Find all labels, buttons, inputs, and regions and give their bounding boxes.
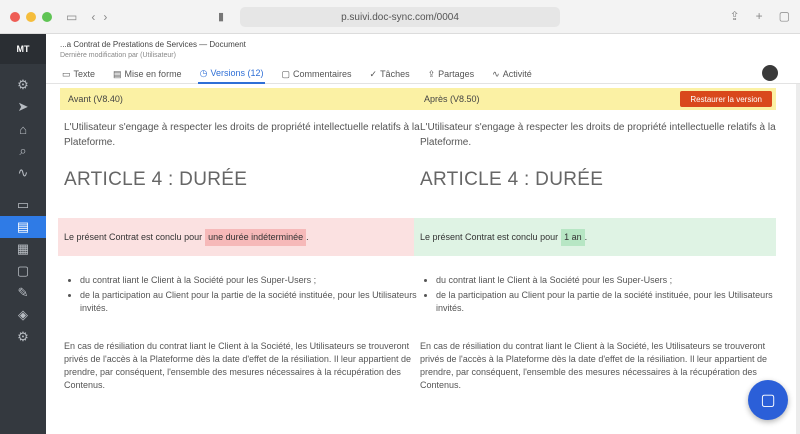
shield-icon[interactable]: ◈	[0, 304, 46, 326]
tab-label: Activité	[502, 69, 532, 79]
list-item: de la participation au Client pour la pa…	[436, 289, 776, 315]
document-tabs: ▭ Texte ▤ Mise en forme ◷ Versions (12) ▢ Comme…	[60, 64, 534, 84]
versions-icon: ◷	[199, 67, 208, 78]
article-title-before: ARTICLE 4 : DURÉE	[64, 169, 248, 190]
tab-label: Mise en forme	[124, 69, 182, 79]
back-icon[interactable]: ‹	[91, 10, 95, 24]
new-tab-icon[interactable]: +	[756, 9, 763, 23]
tab-mise[interactable]: ▤ Mise en forme	[111, 64, 184, 84]
after-version-label: Après (V8.50)	[424, 94, 480, 104]
maximize-window-button[interactable]	[42, 11, 52, 22]
share-icon[interactable]: ⇪	[730, 9, 740, 23]
minimize-window-button[interactable]	[26, 11, 36, 22]
settings-icon[interactable]: ⚙	[0, 326, 46, 348]
scrollbar[interactable]	[796, 84, 800, 434]
tab-activité[interactable]: ∿ Activité	[490, 64, 534, 84]
list-item: du contrat liant le Client à la Société …	[436, 274, 776, 287]
intro-paragraph-before: L'Utilisateur s'engage à respecter les d…	[64, 122, 420, 148]
task-icon: ✓	[369, 68, 378, 79]
removed-highlight: une durée indéterminée	[205, 228, 307, 246]
added-change: Le présent Contrat est conclu pour 1 an …	[414, 218, 776, 256]
before-column: L'Utilisateur s'engage à respecter les d…	[58, 120, 420, 392]
text-icon: ▭	[62, 68, 71, 79]
restore-version-button[interactable]: Restaurer la version	[680, 91, 772, 107]
tab-commentaires[interactable]: ▢ Commentaires	[279, 64, 353, 84]
last-modified-info: Dernière modification par (Utilisateur)	[60, 52, 176, 59]
activity-icon[interactable]: ∿	[0, 162, 46, 184]
bullet-list-before: du contrat liant le Client à la Société …	[64, 274, 420, 326]
calendar-icon[interactable]: ▦	[0, 238, 46, 260]
document-icon[interactable]: ▤	[0, 216, 46, 238]
after-column: L'Utilisateur s'engage à respecter les d…	[414, 120, 776, 392]
article-title-after: ARTICLE 4 : DURÉE	[420, 169, 604, 190]
removed-change: Le présent Contrat est conclu pour une d…	[58, 218, 420, 256]
avatar[interactable]	[762, 65, 778, 81]
search-icon[interactable]: ⌕	[0, 140, 46, 162]
chat-support-button[interactable]: ▢	[748, 380, 788, 420]
chat-icon[interactable]: ▢	[0, 260, 46, 282]
window-controls	[10, 11, 52, 22]
lock-icon: ▮	[218, 11, 225, 23]
intro-paragraph-after: L'Utilisateur s'engage à respecter les d…	[420, 122, 776, 148]
version-compare: Avant (V8.40) Après (V8.50) Restaurer la…	[58, 84, 788, 434]
removed-text: Le présent Contrat est conclu pour	[64, 231, 203, 242]
bottom-paragraph-before: En cas de résiliation du contrat liant l…	[64, 341, 411, 390]
pencil-icon[interactable]: ✎	[0, 282, 46, 304]
tab-label: Texte	[73, 69, 96, 79]
tab-label: Versions (12)	[210, 68, 264, 78]
tab-versions[interactable]: ◷ Versions (12)	[197, 64, 266, 84]
version-bar: Avant (V8.40) Après (V8.50) Restaurer la…	[60, 88, 776, 110]
browser-toolbar: ▭ ‹ › ▮ p.suivi.doc-sync.com/0004 ⇪ + ▢	[0, 0, 800, 34]
bullet-list-after: du contrat liant le Client à la Société …	[420, 274, 776, 326]
before-version-label: Avant (V8.40)	[68, 94, 123, 104]
tab-label: Commentaires	[292, 69, 352, 79]
tab-tâches[interactable]: ✓ Tâches	[368, 64, 412, 84]
breadcrumb[interactable]: ...a Contrat de Prestations de Services …	[60, 40, 246, 49]
url-text: p.suivi.doc-sync.com/0004	[341, 11, 459, 23]
list-item: du contrat liant le Client à la Société …	[80, 274, 420, 287]
tab-partages[interactable]: ⇪ Partages	[426, 64, 477, 84]
app-sidebar: MT ⚙ ➤ ⌂ ⌕ ∿ ▭ ▤ ▦ ▢ ✎ ◈ ⚙	[0, 34, 46, 434]
app-logo[interactable]: MT	[0, 34, 46, 64]
bank-icon[interactable]: ⌂	[0, 118, 46, 140]
bottom-paragraph-after: En cas de résiliation du contrat liant l…	[420, 341, 767, 390]
browser-actions: ⇪ + ▢	[730, 9, 790, 23]
tab-texte[interactable]: ▭ Texte	[60, 64, 97, 84]
document-header: ...a Contrat de Prestations de Services …	[46, 34, 800, 84]
sidebar-toggle-icon[interactable]: ▭	[66, 10, 77, 24]
added-text: Le présent Contrat est conclu pour	[420, 231, 559, 242]
close-window-button[interactable]	[10, 11, 20, 22]
forward-icon[interactable]: ›	[103, 10, 107, 24]
history-icon: ∿	[492, 68, 500, 79]
tab-label: Tâches	[380, 69, 410, 79]
share-icon: ⇪	[427, 68, 436, 79]
folder-icon[interactable]: ▭	[0, 194, 46, 216]
send-icon[interactable]: ➤	[0, 96, 46, 118]
tabs-overview-icon[interactable]: ▢	[779, 9, 790, 23]
added-highlight: 1 an	[561, 228, 585, 246]
format-icon: ▤	[113, 68, 122, 79]
gear-icon[interactable]: ⚙	[0, 74, 46, 96]
address-bar[interactable]: p.suivi.doc-sync.com/0004	[240, 7, 560, 27]
comment-icon: ▢	[281, 68, 290, 79]
list-item: de la participation au Client pour la pa…	[80, 289, 420, 315]
tab-label: Partages	[438, 69, 475, 79]
chat-icon: ▢	[760, 392, 776, 409]
